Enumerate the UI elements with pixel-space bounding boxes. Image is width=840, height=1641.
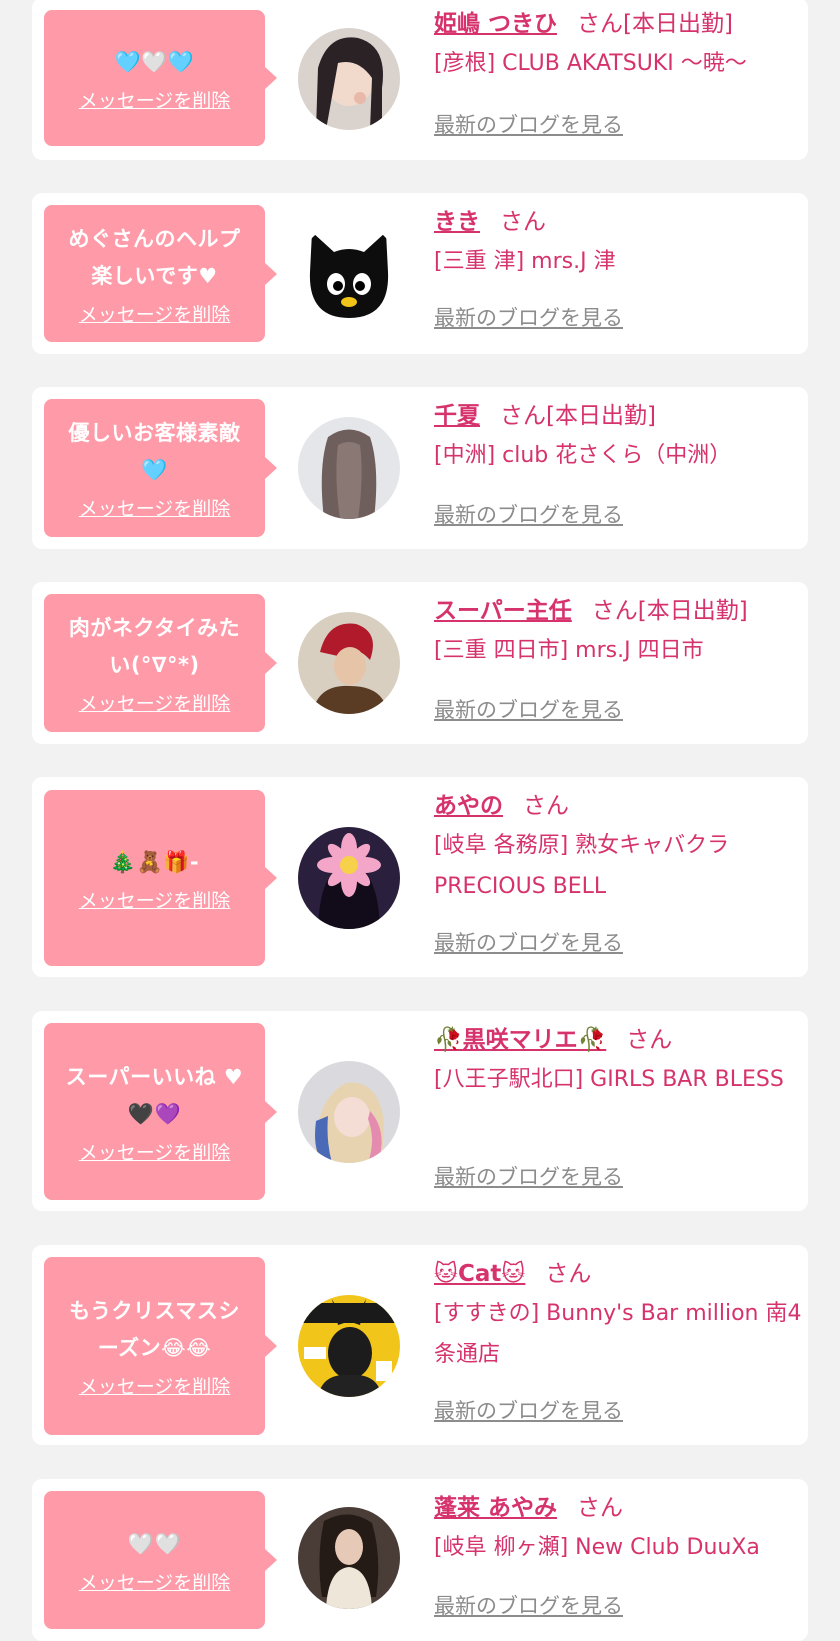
- message-card: めぐさんのヘルプ 楽しいです♥ メッセージを削除 きき さん [三重 津] mrs…: [32, 193, 808, 354]
- delete-message-link[interactable]: メッセージを削除: [79, 89, 231, 113]
- message-card: 優しいお客様素敵 🩵 メッセージを削除 千夏 さん[本日出勤] [中洲] club…: [32, 387, 808, 549]
- shop-name: [中洲] club 花さくら（中洲）: [434, 443, 732, 468]
- message-card: 🎄🧸🎁- メッセージを削除 あやの さん [岐阜 各務原] 熟女キャバクラ PRE…: [32, 777, 808, 977]
- message-text: 肉がネクタイみた い(°∇°*): [68, 616, 241, 677]
- name-suffix: さん: [545, 1261, 592, 1287]
- message-text: 🩵🤍🩵: [114, 49, 195, 74]
- latest-blog-link[interactable]: 最新のブログを見る: [434, 500, 623, 530]
- name-suffix: さん[本日出勤]: [577, 11, 733, 37]
- latest-blog-link[interactable]: 最新のブログを見る: [434, 1162, 623, 1192]
- message-card: 🤍🤍 メッセージを削除 蓬莱 あやみ さん [岐阜 柳ヶ瀬] New Club D…: [32, 1479, 808, 1641]
- shop-name: [彦根] CLUB AKATSUKI 〜暁〜: [434, 51, 747, 76]
- avatar[interactable]: [298, 827, 400, 929]
- cast-name-link[interactable]: きき: [434, 209, 480, 235]
- message-bubble: 🎄🧸🎁- メッセージを削除: [44, 790, 277, 966]
- message-card: もうクリスマスシ ーズン😂😂 メッセージを削除 🐱Cat🐱 さん [すすきの] B…: [32, 1245, 808, 1445]
- cast-name-link[interactable]: 姫嶋 つきひ: [434, 11, 557, 37]
- message-text: 優しいお客様素敵 🩵: [68, 421, 241, 482]
- shop-name: [岐阜 各務原] 熟女キャバクラ PRECIOUS BELL: [434, 833, 730, 899]
- name-suffix: さん: [626, 1027, 673, 1053]
- shop-name: [岐阜 柳ヶ瀬] New Club DuuXa: [434, 1535, 760, 1560]
- latest-blog-link[interactable]: 最新のブログを見る: [434, 928, 623, 958]
- delete-message-link[interactable]: メッセージを削除: [79, 889, 231, 913]
- latest-blog-link[interactable]: 最新のブログを見る: [434, 303, 623, 333]
- name-suffix: さん[本日出勤]: [500, 403, 656, 429]
- avatar[interactable]: [298, 222, 400, 324]
- message-text: 🤍🤍: [127, 1531, 182, 1556]
- message-bubble: もうクリスマスシ ーズン😂😂 メッセージを削除: [44, 1257, 277, 1435]
- avatar[interactable]: [298, 28, 400, 130]
- avatar[interactable]: [298, 1507, 400, 1609]
- shop-name: [三重 四日市] mrs.J 四日市: [434, 638, 704, 663]
- delete-message-link[interactable]: メッセージを削除: [79, 1375, 231, 1399]
- latest-blog-link[interactable]: 最新のブログを見る: [434, 110, 623, 140]
- message-bubble: めぐさんのヘルプ 楽しいです♥ メッセージを削除: [44, 205, 277, 342]
- cast-name-link[interactable]: 蓬莱 あやみ: [434, 1495, 557, 1521]
- avatar[interactable]: [298, 1295, 400, 1397]
- latest-blog-link[interactable]: 最新のブログを見る: [434, 1591, 623, 1621]
- name-suffix: さん: [523, 793, 569, 819]
- name-suffix: さん: [500, 209, 546, 235]
- message-text: 🎄🧸🎁-: [109, 849, 200, 874]
- latest-blog-link[interactable]: 最新のブログを見る: [434, 695, 623, 725]
- message-bubble: 🤍🤍 メッセージを削除: [44, 1491, 277, 1629]
- message-card: スーパーいいね ♥ 🖤💜 メッセージを削除 🥀黒咲マリエ🥀 さん [八王子駅北口]…: [32, 1011, 808, 1211]
- cast-name-link[interactable]: 千夏: [434, 403, 480, 429]
- shop-name: [すすきの] Bunny's Bar million 南4条通店: [434, 1301, 802, 1367]
- latest-blog-link[interactable]: 最新のブログを見る: [434, 1396, 623, 1426]
- avatar[interactable]: [298, 1061, 400, 1163]
- message-bubble: 🩵🤍🩵 メッセージを削除: [44, 10, 277, 146]
- message-bubble: 肉がネクタイみた い(°∇°*) メッセージを削除: [44, 594, 277, 732]
- message-bubble: スーパーいいね ♥ 🖤💜 メッセージを削除: [44, 1023, 277, 1200]
- avatar[interactable]: [298, 612, 400, 714]
- name-suffix: さん[本日出勤]: [591, 598, 748, 624]
- message-card: 🩵🤍🩵 メッセージを削除 姫嶋 つきひ さん[本日出勤] [彦根] CLUB AK…: [32, 0, 808, 160]
- cast-name-link[interactable]: 🥀黒咲マリエ🥀: [434, 1027, 606, 1053]
- message-list: 🩵🤍🩵 メッセージを削除 姫嶋 つきひ さん[本日出勤] [彦根] CLUB AK…: [0, 0, 840, 1641]
- avatar[interactable]: [298, 417, 400, 519]
- name-suffix: さん: [577, 1495, 624, 1521]
- cast-name-link[interactable]: スーパー主任: [434, 598, 572, 624]
- message-text: もうクリスマスシ ーズン😂😂: [69, 1299, 240, 1360]
- message-text: スーパーいいね ♥ 🖤💜: [65, 1064, 244, 1126]
- message-card: 肉がネクタイみた い(°∇°*) メッセージを削除 スーパー主任 さん[本日出勤]…: [32, 582, 808, 744]
- delete-message-link[interactable]: メッセージを削除: [79, 1141, 231, 1165]
- shop-name: [八王子駅北口] GIRLS BAR BLESS: [434, 1067, 784, 1092]
- cast-name-link[interactable]: 🐱Cat🐱: [434, 1261, 525, 1287]
- delete-message-link[interactable]: メッセージを削除: [79, 497, 231, 521]
- delete-message-link[interactable]: メッセージを削除: [79, 1571, 231, 1595]
- delete-message-link[interactable]: メッセージを削除: [79, 692, 231, 716]
- shop-name: [三重 津] mrs.J 津: [434, 249, 616, 274]
- message-bubble: 優しいお客様素敵 🩵 メッセージを削除: [44, 399, 277, 537]
- delete-message-link[interactable]: メッセージを削除: [79, 303, 231, 327]
- cast-name-link[interactable]: あやの: [434, 793, 503, 819]
- message-text: めぐさんのヘルプ 楽しいです♥: [68, 226, 241, 288]
